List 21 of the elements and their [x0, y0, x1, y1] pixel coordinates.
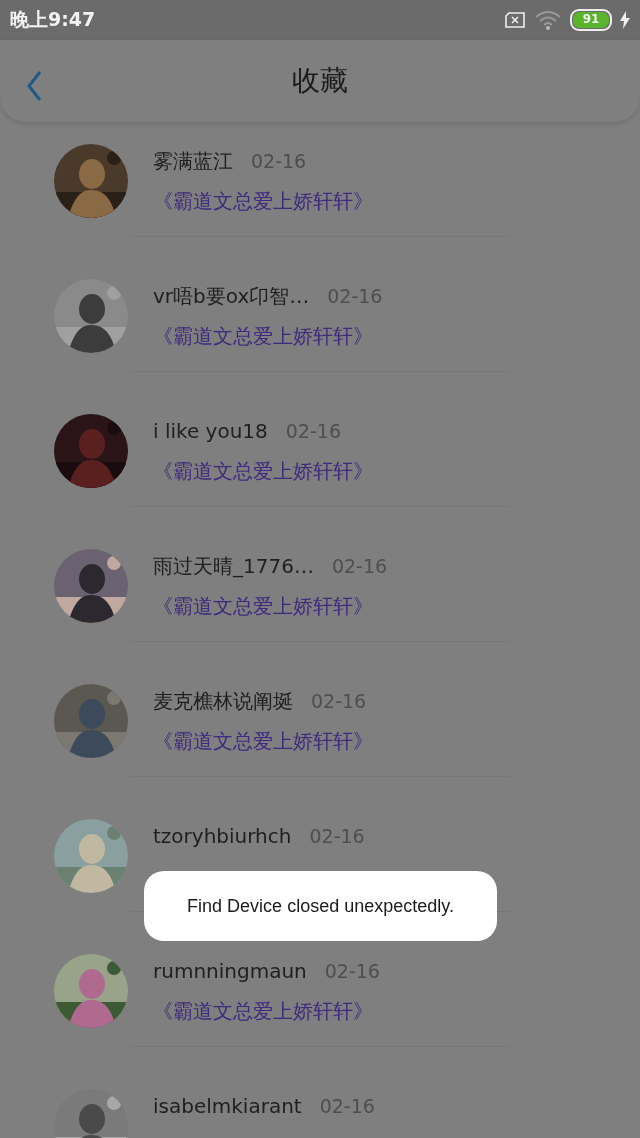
user-name: isabelmkiarant: [153, 1094, 302, 1118]
user-name: tzoryhbiurhch: [153, 824, 292, 848]
user-name: i like you18: [153, 419, 268, 443]
charging-icon: [620, 11, 630, 29]
user-name: 雾满蓝江: [153, 147, 233, 175]
wifi-icon: [534, 10, 562, 30]
user-name: 麦克樵林说阐埏: [153, 687, 293, 715]
book-title[interactable]: 《霸道文总爱上娇轩轩》: [153, 724, 373, 758]
status-time: 晚上9:47: [10, 7, 96, 32]
user-name: vr唔b要ox卬智…: [153, 282, 310, 310]
user-name: 雨过天晴_1776…: [153, 552, 314, 580]
error-toast: Find Device closed unexpectedly.: [144, 871, 497, 941]
book-title[interactable]: 《霸道文总爱上娇轩轩》: [153, 454, 373, 488]
book-title[interactable]: 《霸道文总爱上娇轩轩》: [153, 184, 373, 218]
page-title: 收藏: [292, 63, 348, 99]
user-name: rumnningmaun: [153, 959, 307, 983]
book-title[interactable]: 《霸道文总爱上娇轩轩》: [153, 994, 380, 1028]
book-title[interactable]: 《霸道文总爱上娇轩轩》: [153, 319, 383, 353]
no-sim-icon: [504, 12, 526, 28]
battery-indicator: 91: [570, 9, 612, 31]
book-title[interactable]: 《霸道文总爱上娇轩轩》: [153, 589, 388, 623]
